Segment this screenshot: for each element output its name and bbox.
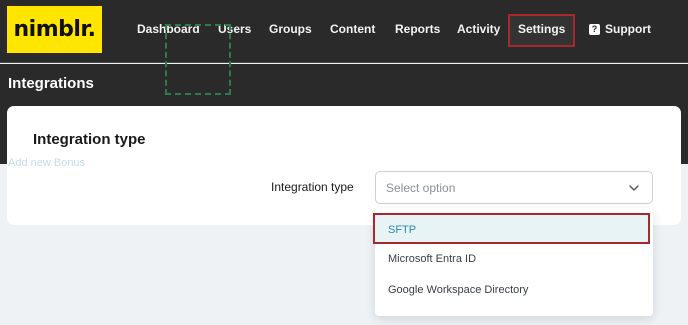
- integration-type-select[interactable]: Select option: [375, 171, 653, 204]
- dashed-selection-marker: [165, 24, 231, 95]
- integration-type-label: Integration type: [271, 180, 354, 194]
- option-google-workspace-directory[interactable]: Google Workspace Directory: [375, 275, 653, 306]
- options-dropdown-menu: SFTP Microsoft Entra ID Google Workspace…: [373, 208, 653, 316]
- logo-text: nimblr.: [13, 17, 97, 42]
- faded-text: Add new Bonus: [8, 157, 86, 169]
- nav-item-reports[interactable]: Reports: [395, 22, 440, 36]
- card-title: Integration type: [33, 131, 146, 148]
- nav-item-support[interactable]: Support: [605, 22, 651, 36]
- chevron-down-icon: [629, 185, 639, 191]
- nimblr-logo[interactable]: nimblr.: [7, 6, 102, 53]
- nav-item-settings[interactable]: Settings: [518, 22, 565, 36]
- nav-item-content[interactable]: Content: [330, 22, 375, 36]
- page-title: Integrations: [8, 75, 94, 92]
- nav-item-groups[interactable]: Groups: [269, 22, 312, 36]
- option-microsoft-entra-id[interactable]: Microsoft Entra ID: [375, 244, 653, 275]
- nav-item-activity[interactable]: Activity: [457, 22, 500, 36]
- select-placeholder: Select option: [386, 181, 456, 195]
- option-sftp[interactable]: SFTP: [373, 213, 650, 244]
- help-icon[interactable]: ?: [589, 24, 600, 35]
